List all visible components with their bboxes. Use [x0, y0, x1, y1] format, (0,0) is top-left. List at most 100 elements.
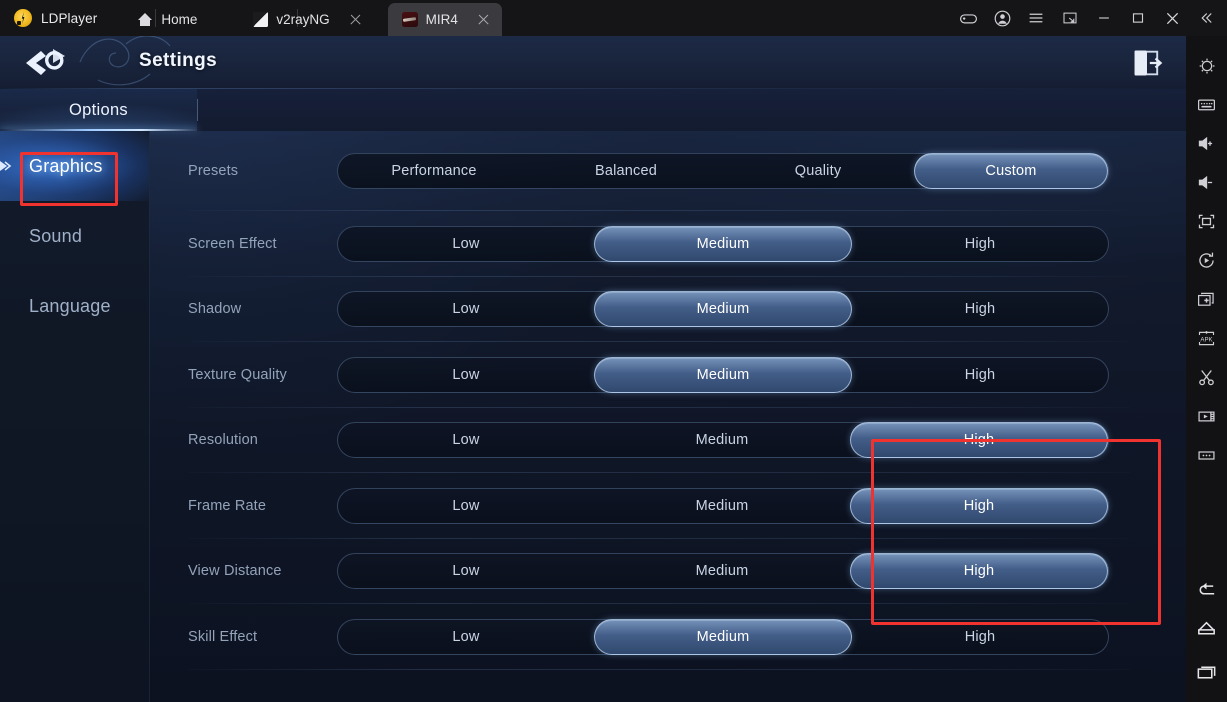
settings-gear-icon[interactable]	[1186, 46, 1227, 85]
resolution-option-medium[interactable]: Medium	[594, 423, 850, 457]
setting-row-resolution: Resolution Low Medium High	[150, 408, 1186, 473]
mir4-brand-icon	[26, 49, 65, 75]
fullscreen-icon[interactable]	[1186, 202, 1227, 241]
ldplayer-logo-icon	[14, 9, 32, 27]
segmented-control-texture-quality: Low Medium High	[337, 356, 1109, 393]
rotate-icon[interactable]	[1186, 241, 1227, 280]
setting-row-frame-rate: Frame Rate Low Medium High	[150, 473, 1186, 539]
exit-door-icon[interactable]	[1130, 46, 1164, 80]
frame-rate-option-medium[interactable]: Medium	[594, 489, 850, 523]
settings-sidebar: Graphics Sound Language	[0, 131, 150, 702]
resize-icon[interactable]	[1053, 0, 1087, 36]
tab-options-label: Options	[69, 100, 128, 119]
record-video-icon[interactable]	[1186, 397, 1227, 436]
texture-quality-option-medium[interactable]: Medium	[594, 356, 852, 393]
tab-v2rayng-close-icon[interactable]	[347, 11, 364, 28]
install-apk-icon[interactable]: APK	[1186, 319, 1227, 358]
preset-option-performance[interactable]: Performance	[338, 154, 530, 188]
tab-options[interactable]: Options	[0, 89, 197, 131]
setting-label-frame-rate: Frame Rate	[188, 497, 267, 514]
ldplayer-brand: LDPlayer	[0, 0, 113, 36]
setting-row-presets: Presets Performance Balanced Quality Cus…	[150, 131, 1186, 211]
tab-home[interactable]: Home	[123, 3, 207, 36]
tab-home-label: Home	[161, 12, 198, 27]
tab-mir4[interactable]: MIR4	[387, 3, 502, 36]
setting-label-shadow: Shadow	[188, 301, 242, 318]
settings-content: Presets Performance Balanced Quality Cus…	[150, 131, 1186, 702]
shadow-option-high[interactable]: High	[852, 292, 1108, 326]
segmented-control-resolution: Low Medium High	[337, 422, 1109, 459]
skill-effect-option-high[interactable]: High	[852, 620, 1108, 654]
skill-effect-option-low[interactable]: Low	[338, 620, 594, 654]
segmented-control-frame-rate: Low Medium High	[337, 487, 1109, 524]
sidebar-item-language[interactable]: Language	[0, 271, 149, 341]
screen-effect-option-low[interactable]: Low	[338, 227, 594, 261]
view-distance-option-high[interactable]: High	[850, 553, 1108, 590]
back-icon[interactable]	[1186, 569, 1227, 608]
scissors-icon[interactable]	[1186, 358, 1227, 397]
shadow-option-medium[interactable]: Medium	[594, 291, 852, 328]
new-window-icon[interactable]	[1186, 280, 1227, 319]
preset-option-balanced[interactable]: Balanced	[530, 154, 722, 188]
mir4-icon	[401, 12, 418, 27]
view-distance-option-low[interactable]: Low	[338, 554, 594, 588]
account-icon[interactable]	[985, 0, 1019, 36]
menu-icon[interactable]	[1019, 0, 1053, 36]
frame-rate-option-high[interactable]: High	[850, 487, 1108, 524]
shadow-option-low[interactable]: Low	[338, 292, 594, 326]
home-icon	[137, 12, 153, 27]
tab-v2rayng-label: v2rayNG	[276, 12, 330, 27]
resolution-option-low[interactable]: Low	[338, 423, 594, 457]
setting-label-presets: Presets	[188, 163, 239, 179]
texture-quality-option-low[interactable]: Low	[338, 358, 594, 392]
keyboard-icon[interactable]	[1186, 85, 1227, 124]
setting-label-skill-effect: Skill Effect	[188, 628, 258, 645]
segmented-control-presets: Performance Balanced Quality Custom	[337, 153, 1109, 189]
setting-row-screen-effect: Screen Effect Low Medium High	[150, 211, 1186, 277]
sidebar-item-graphics[interactable]: Graphics	[0, 131, 149, 201]
volume-up-icon[interactable]	[1186, 124, 1227, 163]
screen-effect-option-high[interactable]: High	[852, 227, 1108, 261]
sidebar-item-language-label: Language	[29, 295, 111, 316]
screen-effect-option-medium[interactable]: Medium	[594, 225, 852, 262]
setting-label-resolution: Resolution	[188, 432, 259, 449]
frame-rate-option-low[interactable]: Low	[338, 489, 594, 523]
close-icon[interactable]	[1155, 0, 1189, 36]
resolution-option-high[interactable]: High	[850, 422, 1108, 459]
setting-label-texture-quality: Texture Quality	[188, 366, 287, 383]
skill-effect-option-medium[interactable]: Medium	[594, 618, 852, 655]
view-distance-option-medium[interactable]: Medium	[594, 554, 850, 588]
title-bar: LDPlayer Home v2rayNG MIR4	[0, 0, 1227, 36]
minimize-icon[interactable]	[1087, 0, 1121, 36]
sidebar-item-sound-label: Sound	[29, 225, 83, 246]
tab-separator	[197, 99, 198, 121]
maximize-icon[interactable]	[1121, 0, 1155, 36]
collapse-icon[interactable]	[1189, 0, 1223, 36]
home-icon[interactable]	[1186, 608, 1227, 647]
ldplayer-brand-label: LDPlayer	[41, 10, 98, 26]
emulator-screen: Settings Options Graphics Sound Language…	[0, 36, 1186, 702]
texture-quality-option-high[interactable]: High	[852, 358, 1108, 392]
setting-row-view-distance: View Distance Low Medium High	[150, 539, 1186, 604]
recents-icon[interactable]	[1186, 653, 1227, 692]
v2rayng-icon	[253, 12, 269, 27]
preset-option-custom[interactable]: Custom	[914, 153, 1108, 189]
page-title: Settings	[139, 50, 218, 71]
settings-tabstrip: Options	[0, 89, 1186, 131]
tab-mir4-close-icon[interactable]	[475, 11, 492, 28]
tab-v2rayng[interactable]: v2rayNG	[239, 3, 373, 36]
gamepad-icon[interactable]	[951, 0, 985, 36]
sidebar-item-sound[interactable]: Sound	[0, 201, 149, 271]
svg-text:APK: APK	[1200, 337, 1212, 344]
setting-label-screen-effect: Screen Effect	[188, 235, 277, 252]
preset-option-quality[interactable]: Quality	[722, 154, 914, 188]
window-controls	[951, 0, 1227, 36]
sidebar-item-graphics-label: Graphics	[29, 155, 103, 176]
segmented-control-shadow: Low Medium High	[337, 291, 1109, 328]
volume-down-icon[interactable]	[1186, 163, 1227, 202]
emulator-toolbar: APK	[1186, 36, 1227, 702]
more-icon[interactable]	[1186, 436, 1227, 475]
segmented-control-skill-effect: Low Medium High	[337, 618, 1109, 655]
settings-header: Settings	[0, 36, 1186, 89]
setting-row-shadow: Shadow Low Medium High	[150, 277, 1186, 342]
